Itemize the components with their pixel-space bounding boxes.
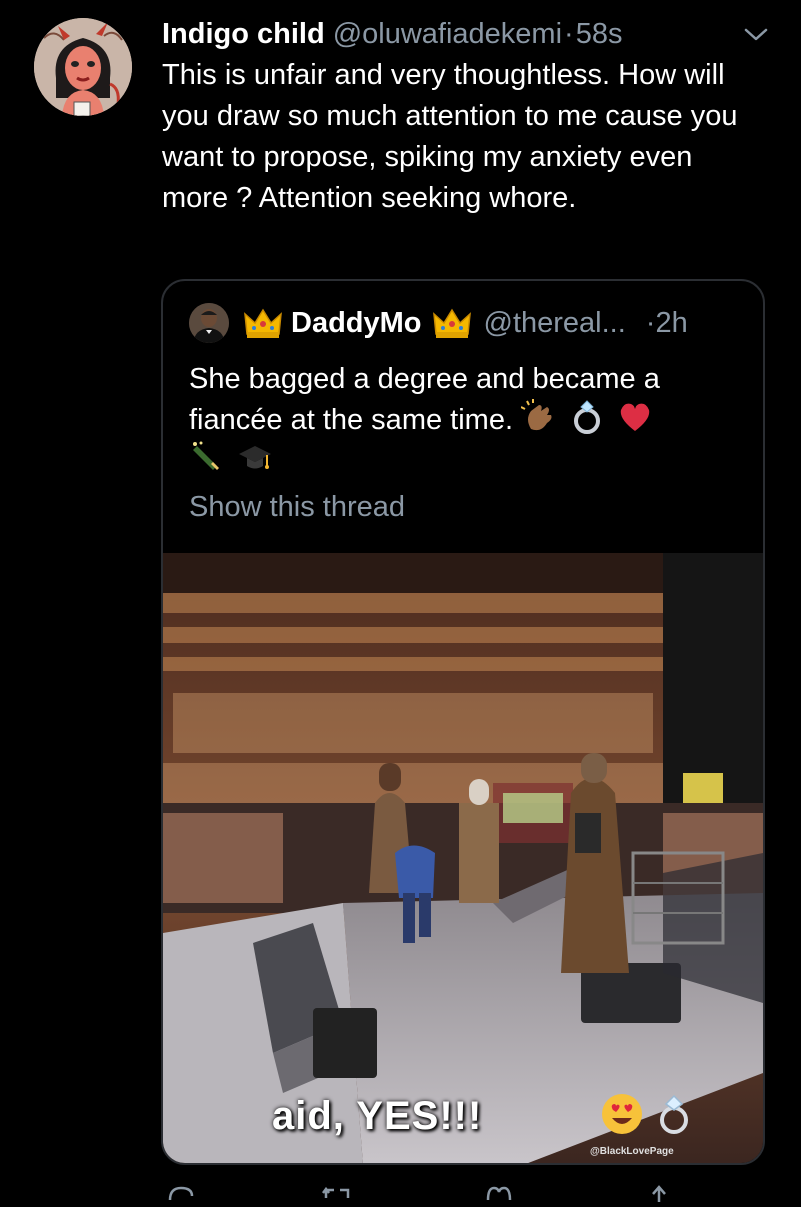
tweet-timestamp[interactable]: 58s [576,14,623,54]
quoted-author-avatar[interactable] [189,303,229,343]
separator-dot: · [564,18,574,50]
tweet-menu-button[interactable] [742,22,770,46]
ring-emoji-icon [652,1092,696,1136]
author-display-name[interactable]: Indigo child [162,14,325,54]
tweet-header: Indigo child @oluwafiadekemi · 58s [162,14,772,54]
crown-emoji-icon [432,306,472,340]
ring-emoji-icon [569,399,605,435]
heart-eyes-emoji-icon [600,1092,644,1136]
tweet-action-bar [0,1178,801,1202]
like-icon [486,1186,512,1201]
clapping-hands-emoji-icon [520,399,557,435]
video-caption-text: aid, YES!!! [272,1094,483,1138]
man-in-tuxedo-avatar-icon [189,303,229,343]
separator-dot: · [645,306,656,339]
graduation-cap-emoji-icon [237,440,273,476]
devil-girl-avatar-icon [34,18,132,116]
reply-button[interactable] [166,1182,196,1202]
quoted-tweet-text: She bagged a degree and became a fiancée… [189,359,749,481]
author-avatar[interactable] [34,18,132,116]
reply-icon [168,1186,194,1201]
share-icon [652,1185,666,1202]
author-handle[interactable]: @oluwafiadekemi [333,14,562,54]
quoted-author-display-name[interactable]: DaddyMo [291,307,422,340]
quoted-tweet-video[interactable] [163,553,763,1163]
graduation-proposal-video-frame [163,553,763,1163]
red-heart-emoji-icon [617,399,653,435]
show-thread-link[interactable]: Show this thread [189,491,405,524]
retweet-icon [322,1186,350,1198]
quoted-author-handle[interactable]: @thereal... [484,307,626,340]
tweet-text: This is unfair and very thoughtless. How… [162,59,738,214]
crown-emoji-icon [243,306,283,340]
video-watermark: @BlackLovePage [590,1146,674,1157]
chevron-down-icon [744,28,768,41]
quoted-tweet-header: DaddyMo @thereal... ·2h [189,303,688,343]
share-button[interactable] [644,1182,674,1202]
quoted-tweet-card[interactable]: DaddyMo @thereal... ·2h She bagged a deg… [161,279,765,1165]
quoted-tweet-timestamp: ·2h [646,307,688,340]
retweet-button[interactable] [322,1182,352,1202]
quoted-time-value: 2h [655,306,688,339]
like-button[interactable] [484,1182,514,1202]
champagne-emoji-icon [189,440,225,476]
